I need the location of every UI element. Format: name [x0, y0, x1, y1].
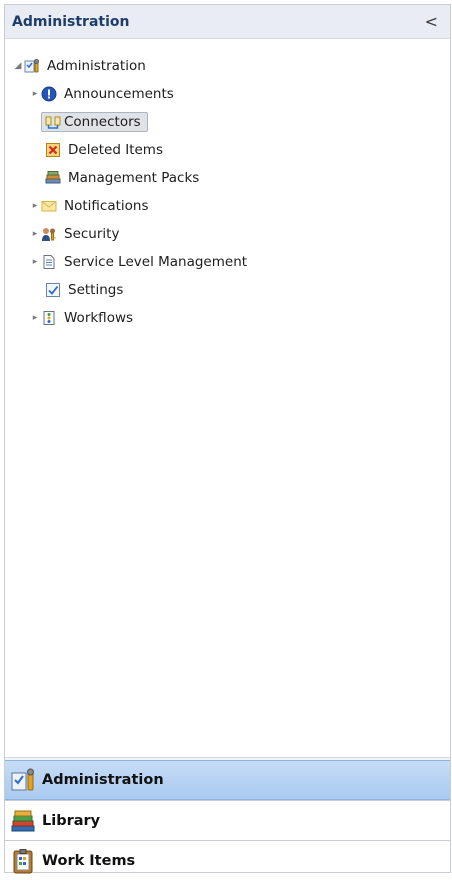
tree-item-label: Deleted Items [68, 142, 163, 158]
navigation-pane: Administration < ◢ Administration ▸ Anno… [4, 4, 451, 873]
users-key-icon [41, 226, 57, 242]
tree-item-deleted-items[interactable]: Deleted Items [41, 138, 166, 162]
administration-icon [24, 58, 40, 74]
nav-button-label: Administration [42, 772, 164, 788]
tree-item-label: Workflows [64, 310, 134, 326]
tree-item-announcements[interactable]: ▸ Announcements [29, 82, 177, 106]
tree-item-label: Security [64, 226, 120, 242]
nav-button-label: Library [42, 812, 101, 829]
tree-item-label: Announcements [64, 86, 174, 102]
info-circle-icon [41, 86, 57, 102]
navigation-tree: ◢ Administration ▸ Announcements Connect… [5, 39, 450, 757]
tree-item-settings[interactable]: Settings [41, 278, 126, 302]
pane-header: Administration < [5, 5, 450, 39]
tree-root-administration[interactable]: ◢ Administration [12, 54, 149, 78]
collapse-pane-button[interactable]: < [421, 13, 442, 30]
nav-button-work-items[interactable]: Work Items [5, 840, 450, 880]
deleted-items-icon [45, 142, 61, 158]
tree-item-security[interactable]: ▸ Security [29, 222, 122, 246]
document-icon [41, 254, 57, 270]
clipboard-icon [10, 848, 36, 874]
tree-item-label: Notifications [64, 198, 149, 214]
tree-item-connectors[interactable]: Connectors [41, 110, 148, 134]
checkbox-icon [45, 282, 61, 298]
management-packs-icon [45, 170, 61, 186]
tree-item-workflows[interactable]: ▸ Workflows [29, 306, 136, 330]
nav-button-administration[interactable]: Administration [5, 760, 450, 800]
expand-arrow-icon[interactable]: ▸ [29, 229, 41, 239]
tree-item-notifications[interactable]: ▸ Notifications [29, 194, 152, 218]
selection-highlight: Connectors [41, 112, 148, 132]
nav-button-label: Work Items [42, 852, 136, 869]
connectors-icon [45, 114, 61, 130]
pane-title: Administration [12, 13, 130, 30]
tree-item-label: Settings [68, 282, 124, 298]
expand-arrow-icon[interactable]: ▸ [29, 89, 41, 99]
workflow-icon [41, 310, 57, 326]
tree-item-management-packs[interactable]: Management Packs [41, 166, 202, 190]
envelope-icon [41, 198, 57, 214]
collapse-arrow-icon[interactable]: ◢ [12, 61, 24, 71]
tree-item-label: Connectors [64, 114, 141, 130]
expand-arrow-icon[interactable]: ▸ [29, 201, 41, 211]
books-icon [10, 808, 36, 834]
tree-item-service-level-management[interactable]: ▸ Service Level Management [29, 250, 250, 274]
nav-button-library[interactable]: Library [5, 800, 450, 840]
expand-arrow-icon[interactable]: ▸ [29, 257, 41, 267]
tree-item-label: Administration [47, 58, 146, 74]
expand-arrow-icon[interactable]: ▸ [29, 313, 41, 323]
tree-item-label: Service Level Management [64, 254, 248, 270]
administration-icon [10, 767, 36, 793]
tree-item-label: Management Packs [68, 170, 200, 186]
